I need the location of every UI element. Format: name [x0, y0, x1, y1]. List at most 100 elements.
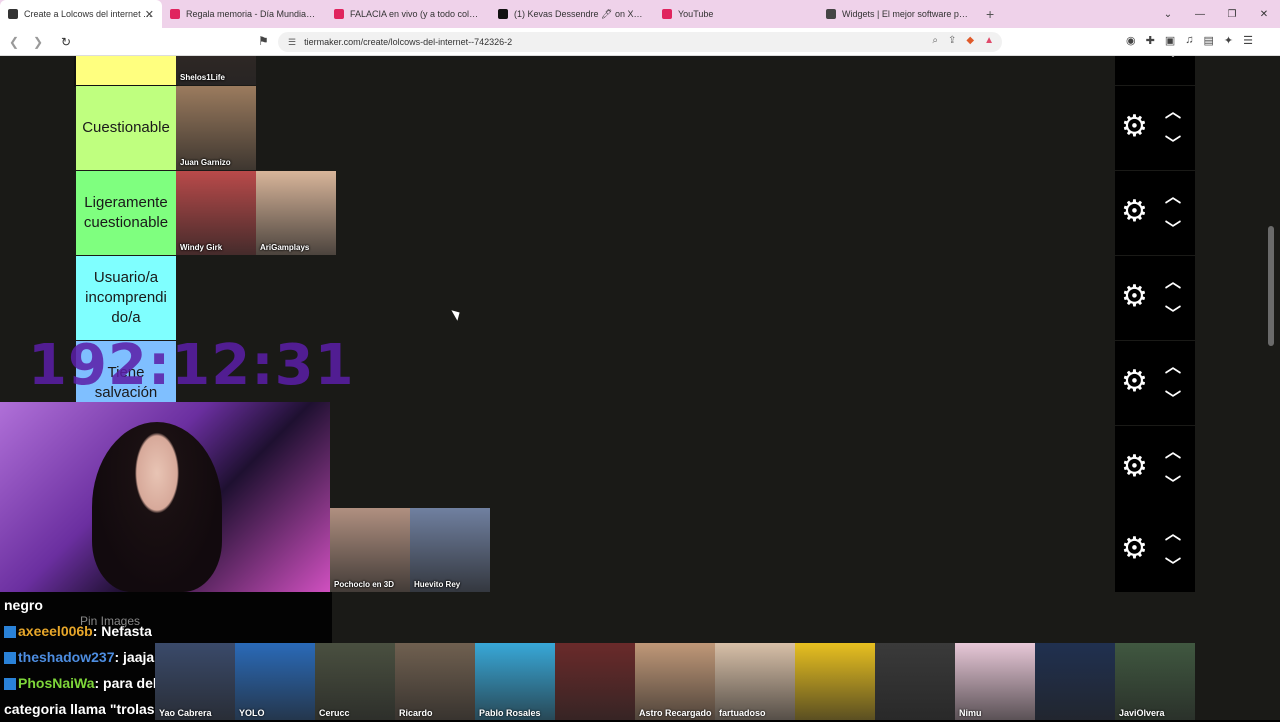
chevron-down-icon[interactable]: ﹀ — [1165, 300, 1181, 324]
tier-label[interactable]: Ligeramente cuestionable — [76, 171, 176, 255]
tier-drop-zone[interactable]: Juan Garnizo — [176, 86, 1115, 170]
tab-strip: Create a Lolcows del internet Tie ✕ Regala… — [0, 0, 1280, 28]
browser-tab[interactable]: FALACIA en vivo (y a todo color) - Ri — [326, 0, 490, 28]
gear-icon[interactable]: ⚙ — [1121, 452, 1148, 482]
shield-icon[interactable]: ◆ — [966, 35, 974, 46]
pool-item-image[interactable] — [1035, 643, 1115, 720]
close-tab-icon[interactable]: ✕ — [145, 8, 154, 21]
tier-item-image[interactable]: Pochoclo en 3D — [330, 508, 410, 592]
tier-item-image[interactable]: Juan Garnizo — [176, 86, 256, 170]
share-icon[interactable]: ⇪ — [948, 35, 956, 46]
chevron-up-icon[interactable]: ︿ — [1165, 520, 1181, 544]
zoom-icon[interactable]: ⌕ — [932, 35, 938, 46]
chevron-down-icon[interactable]: ⌄ — [1152, 9, 1184, 20]
forward-button[interactable]: ❯ — [28, 35, 48, 49]
tier-drop-zone[interactable] — [176, 256, 1115, 340]
tab-list: Create a Lolcows del internet Tie ✕ Regala… — [0, 0, 982, 28]
new-tab-button[interactable]: + — [986, 6, 994, 22]
window-controls: ⌄ — ❐ ✕ — [1152, 0, 1280, 28]
pool-item-image[interactable] — [795, 643, 875, 720]
pool-item-name: JaviOlvera — [1119, 708, 1165, 718]
bookmark-icon[interactable]: ⚑ — [258, 34, 269, 48]
tier-row: Cuestionable Juan Garnizo ⚙ ︿ ﹀ — [76, 86, 1195, 170]
menu-icon[interactable]: ☰ — [1243, 34, 1253, 47]
tier-item-name: Shelos1Life — [180, 73, 225, 82]
sidebar-icon[interactable]: ▣ — [1165, 34, 1175, 47]
chevron-up-icon[interactable]: ︿ — [1165, 98, 1181, 122]
tier-item-image[interactable]: Shelos1Life — [176, 56, 256, 85]
pool-item-image[interactable]: Yao Cabrera — [155, 643, 235, 720]
tier-drop-zone[interactable]: Windy Girk AriGamplays — [176, 171, 1115, 255]
browser-tab[interactable]: (1) Kevas Dessendre 🖊 on X: "@Han — [490, 0, 654, 28]
browser-tab[interactable]: Widgets | El mejor software para pot — [818, 0, 982, 28]
tier-drop-zone[interactable]: Shelos1Life — [176, 56, 1115, 85]
chat-badge-icon — [4, 678, 16, 691]
chevron-up-icon[interactable]: ︿ — [1165, 268, 1181, 292]
extension-icon[interactable]: ◉ — [1126, 34, 1136, 47]
close-window-button[interactable]: ✕ — [1248, 9, 1280, 20]
gear-icon[interactable]: ⚙ — [1121, 197, 1148, 227]
wallet-icon[interactable]: ▤ — [1203, 34, 1213, 47]
reload-button[interactable]: ↻ — [56, 35, 76, 49]
tier-label[interactable]: Usuario/a incomprendi do/a — [76, 256, 176, 340]
music-icon[interactable]: ♫ — [1185, 34, 1193, 47]
tier-item-image[interactable]: Huevito Rey — [410, 508, 490, 592]
pool-item-name: Pablo Rosales — [479, 708, 541, 718]
minimize-button[interactable]: — — [1184, 9, 1216, 20]
chat-badge-icon — [4, 626, 16, 639]
chevron-down-icon[interactable]: ﹀ — [1165, 215, 1181, 239]
chevron-down-icon[interactable]: ﹀ — [1165, 552, 1181, 576]
browser-tab[interactable]: Create a Lolcows del internet Tie ✕ — [0, 0, 162, 28]
pool-item-image[interactable]: Ricardo — [395, 643, 475, 720]
pool-item-image[interactable] — [875, 643, 955, 720]
pool-item-image[interactable]: Astro Recargado — [635, 643, 715, 720]
tier-item-image[interactable]: AriGamplays — [256, 171, 336, 255]
address-bar[interactable]: ☰ tiermaker.com/create/lolcows-del-inter… — [278, 32, 1002, 52]
pool-item-name: Astro Recargado — [639, 708, 712, 718]
chevron-down-icon[interactable]: ﹀ — [1165, 130, 1181, 154]
tier-label[interactable]: Cuestionable — [76, 86, 176, 170]
chevron-down-icon[interactable]: ﹀ — [1165, 470, 1181, 494]
tier-label[interactable]: patas — [74, 56, 178, 87]
pool-item-name: Ricardo — [399, 708, 433, 718]
tier-controls: ⚙ ︿ ﹀ — [1115, 426, 1195, 510]
site-info-icon[interactable]: ☰ — [288, 37, 296, 48]
tier-item-name: Huevito Rey — [414, 580, 461, 589]
page-scrollbar[interactable] — [1268, 226, 1274, 346]
tier-item-image[interactable]: Windy Girk — [176, 171, 256, 255]
chevron-down-icon[interactable]: ﹀ — [1165, 385, 1181, 409]
chat-message: axeeel006b: Nefasta — [0, 618, 332, 644]
pool-item-image[interactable]: Cerucc — [315, 643, 395, 720]
rewards-icon[interactable]: ▲ — [984, 35, 994, 46]
tab-favicon-icon — [498, 9, 508, 19]
chat-username: theshadow237 — [18, 649, 115, 665]
gear-icon[interactable]: ⚙ — [1121, 112, 1148, 142]
gear-icon[interactable]: ⚙ — [1121, 282, 1148, 312]
tier-controls: ⚙ ︿ ﹀ — [1115, 341, 1195, 425]
gear-icon[interactable]: ⚙ — [1121, 56, 1148, 57]
browser-tab[interactable]: YouTube — [654, 0, 818, 28]
ai-icon[interactable]: ✦ — [1224, 34, 1233, 47]
chevron-up-icon[interactable]: ︿ — [1165, 438, 1181, 462]
chevron-up-icon[interactable]: ︿ — [1165, 353, 1181, 377]
pool-item-image[interactable]: fartuadoso — [715, 643, 795, 720]
unranked-image-pool: Yao Cabrera YOLO Cerucc Ricardo Pablo Rosale… — [155, 643, 1280, 720]
pool-item-image[interactable]: YOLO — [235, 643, 315, 720]
pool-item-image[interactable] — [555, 643, 635, 720]
chevron-up-icon[interactable]: ︿ — [1165, 183, 1181, 207]
puzzle-icon[interactable]: ✚ — [1146, 34, 1155, 47]
tab-title: FALACIA en vivo (y a todo color) - Ri — [350, 9, 480, 19]
maximize-button[interactable]: ❐ — [1216, 9, 1248, 20]
chat-text: categoria llama "trolas" — [4, 701, 162, 717]
browser-tab[interactable]: Regala memoria - Día Mundial del Al — [162, 0, 326, 28]
pool-item-image[interactable]: JaviOlvera — [1115, 643, 1195, 720]
pool-item-image[interactable]: Pablo Rosales — [475, 643, 555, 720]
chat-username: PhosNaiWa — [18, 675, 95, 691]
tab-title: (1) Kevas Dessendre 🖊 on X: "@Han — [514, 8, 644, 19]
tab-favicon-icon — [826, 9, 836, 19]
gear-icon[interactable]: ⚙ — [1121, 367, 1148, 397]
chevron-down-icon[interactable]: ﹀ — [1165, 56, 1181, 69]
gear-icon[interactable]: ⚙ — [1121, 534, 1148, 564]
back-button[interactable]: ❮ — [4, 35, 24, 49]
pool-item-image[interactable]: Nimu — [955, 643, 1035, 720]
